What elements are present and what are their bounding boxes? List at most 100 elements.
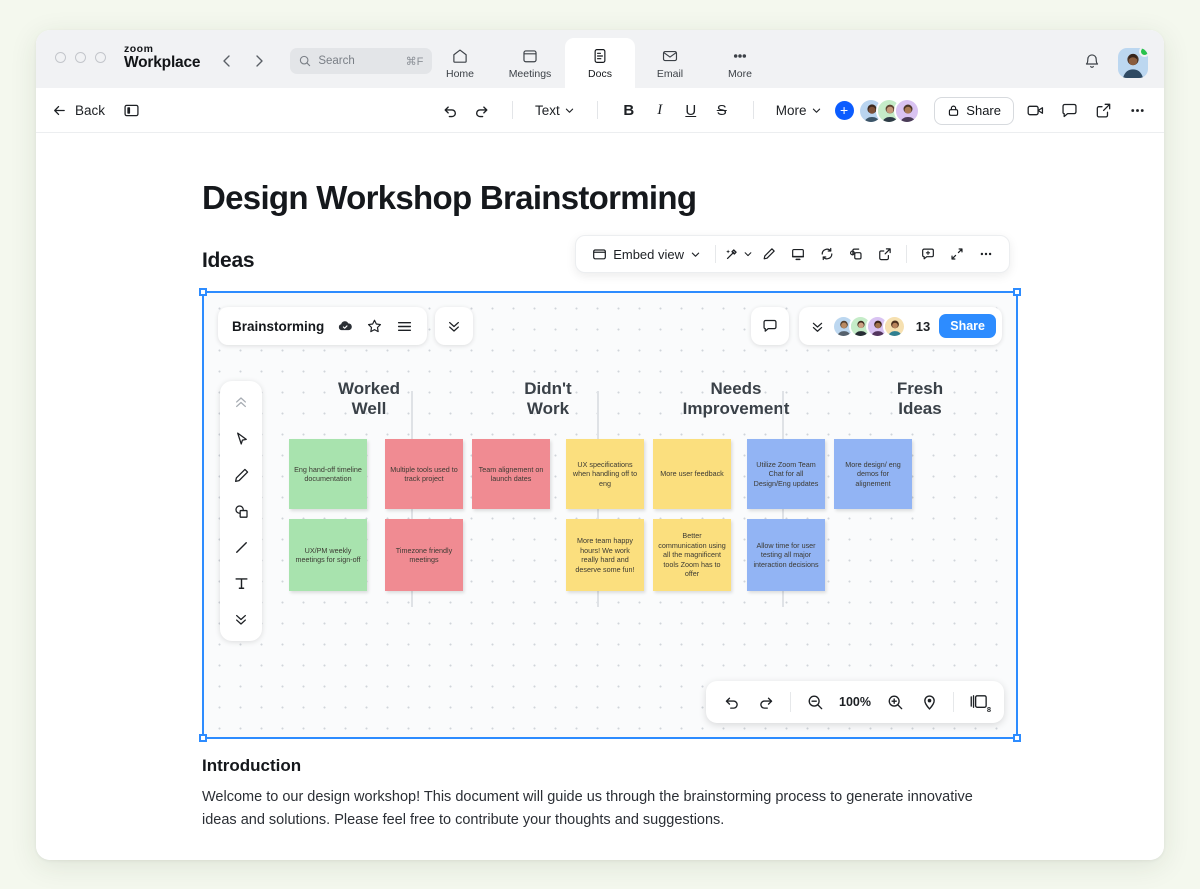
tab-home[interactable]: Home — [425, 38, 495, 88]
sticky-note[interactable]: More team happy hours! We work really ha… — [566, 519, 644, 591]
resize-handle-top-right[interactable] — [1013, 288, 1021, 296]
bell-icon — [1082, 52, 1102, 72]
minimize-window-button[interactable] — [75, 52, 86, 63]
more-formatting-dropdown[interactable]: More — [771, 96, 827, 124]
sticky-note[interactable]: Eng hand-off timeline documentation — [289, 439, 367, 509]
whiteboard-name[interactable]: Brainstorming — [232, 319, 324, 334]
maximize-window-button[interactable] — [95, 52, 106, 63]
tab-home-label: Home — [446, 68, 474, 80]
document-overflow-button[interactable] — [1124, 98, 1150, 124]
video-camera-icon — [1026, 101, 1045, 120]
underline-button[interactable]: U — [677, 96, 705, 124]
present-embed-button[interactable] — [785, 241, 811, 267]
page-count: 8 — [987, 705, 991, 714]
whiteboard-comment-button[interactable] — [751, 307, 789, 345]
tab-meetings[interactable]: Meetings — [495, 38, 565, 88]
sticky-note[interactable]: Utilize Zoom Team Chat for all Design/En… — [747, 439, 825, 509]
column-header-line2: Well — [279, 399, 459, 419]
tab-email[interactable]: Email — [635, 38, 705, 88]
cloud-check-icon — [337, 318, 353, 334]
whiteboard-collapse-button[interactable] — [435, 307, 473, 345]
intro-paragraph: Welcome to our design workshop! This doc… — [202, 786, 982, 833]
bold-button[interactable]: B — [615, 96, 643, 124]
chevron-down-icon — [690, 249, 701, 260]
whiteboard-undo-button[interactable] — [717, 687, 747, 717]
undo-button[interactable] — [436, 96, 464, 124]
presence-indicator — [1139, 48, 1148, 57]
sticky-note[interactable]: UX/PM weekly meetings for sign-off — [289, 519, 367, 591]
sticky-note[interactable]: More user feedback — [653, 439, 731, 509]
whiteboard-avatars[interactable] — [832, 315, 906, 338]
window-traffic-lights[interactable] — [36, 30, 106, 63]
comments-button[interactable] — [1056, 98, 1082, 124]
search-placeholder: Search — [318, 55, 398, 67]
open-embed-external-button[interactable] — [872, 241, 898, 267]
tool-pen[interactable] — [225, 459, 257, 491]
expand-embed-button[interactable] — [944, 241, 970, 267]
tab-more[interactable]: More — [705, 38, 775, 88]
zoom-out-button[interactable] — [800, 687, 830, 717]
sticky-note[interactable]: Timezone friendly meetings — [385, 519, 463, 591]
resize-handle-top-left[interactable] — [199, 288, 207, 296]
zoom-level[interactable]: 100% — [834, 695, 876, 709]
sidebar-toggle-button[interactable] — [117, 96, 145, 124]
sticky-note[interactable]: Multiple tools used to track project — [385, 439, 463, 509]
sticky-note[interactable]: UX specifications when handling off to e… — [566, 439, 644, 509]
double-chevron-up-icon — [232, 394, 250, 412]
add-comment-button[interactable] — [915, 241, 941, 267]
sticky-note[interactable]: Better communication using all the magni… — [653, 519, 731, 591]
home-icon — [451, 47, 469, 65]
start-video-button[interactable] — [1022, 98, 1048, 124]
tool-shapes[interactable] — [225, 495, 257, 527]
whiteboard-embed[interactable]: Brainstorming — [202, 291, 1018, 739]
sticky-note[interactable]: Allow time for user testing all major in… — [747, 519, 825, 591]
participants-chevron-icon[interactable] — [809, 318, 826, 335]
embed-view-dropdown[interactable]: Embed view — [586, 241, 707, 267]
collaborator-avatars[interactable] — [858, 98, 920, 124]
nav-forward-icon[interactable] — [248, 50, 270, 72]
tool-scroll-up[interactable] — [225, 387, 257, 419]
redo-icon — [473, 102, 490, 119]
italic-button[interactable]: I — [646, 96, 674, 124]
share-button[interactable]: Share — [934, 97, 1014, 125]
embed-overflow-button[interactable] — [973, 241, 999, 267]
resize-handle-bottom-left[interactable] — [199, 734, 207, 742]
close-window-button[interactable] — [55, 52, 66, 63]
strikethrough-button[interactable]: S — [708, 96, 736, 124]
search-input[interactable]: Search ⌘F — [290, 48, 432, 74]
sticky-note[interactable]: Team alignement on launch dates — [472, 439, 550, 509]
resize-handle-bottom-right[interactable] — [1013, 734, 1021, 742]
tool-line[interactable] — [225, 531, 257, 563]
document-toolbar-right: Share — [858, 88, 1150, 133]
tool-text[interactable] — [225, 567, 257, 599]
bold-label: B — [623, 102, 634, 119]
ai-magic-dropdown[interactable] — [724, 241, 753, 267]
text-style-label: Text — [535, 103, 560, 118]
tool-select[interactable] — [225, 423, 257, 455]
insert-button[interactable]: + — [830, 96, 859, 124]
refresh-embed-button[interactable] — [814, 241, 840, 267]
hamburger-icon[interactable] — [396, 318, 413, 335]
star-icon[interactable] — [366, 318, 383, 335]
ellipsis-icon — [1128, 101, 1147, 120]
open-external-button[interactable] — [1090, 98, 1116, 124]
notifications-button[interactable] — [1082, 52, 1104, 74]
duplicate-embed-button[interactable] — [843, 241, 869, 267]
shapes-icon — [232, 502, 251, 521]
sticky-note[interactable]: More design/ eng demos for alignement — [834, 439, 912, 509]
whiteboard-title-pill: Brainstorming — [218, 307, 427, 345]
tool-scroll-down[interactable] — [225, 603, 257, 635]
edit-embed-button[interactable] — [756, 241, 782, 267]
embed-view-label: Embed view — [613, 247, 684, 262]
nav-back-icon[interactable] — [216, 50, 238, 72]
zoom-in-button[interactable] — [880, 687, 910, 717]
tab-docs[interactable]: Docs — [565, 38, 635, 88]
locate-button[interactable] — [914, 687, 944, 717]
back-button[interactable]: Back — [52, 103, 105, 118]
pages-button[interactable]: 8 — [963, 687, 993, 717]
redo-button[interactable] — [467, 96, 495, 124]
whiteboard-redo-button[interactable] — [751, 687, 781, 717]
text-style-dropdown[interactable]: Text — [530, 96, 580, 124]
whiteboard-share-button[interactable]: Share — [939, 314, 996, 338]
user-avatar[interactable] — [1118, 48, 1148, 78]
